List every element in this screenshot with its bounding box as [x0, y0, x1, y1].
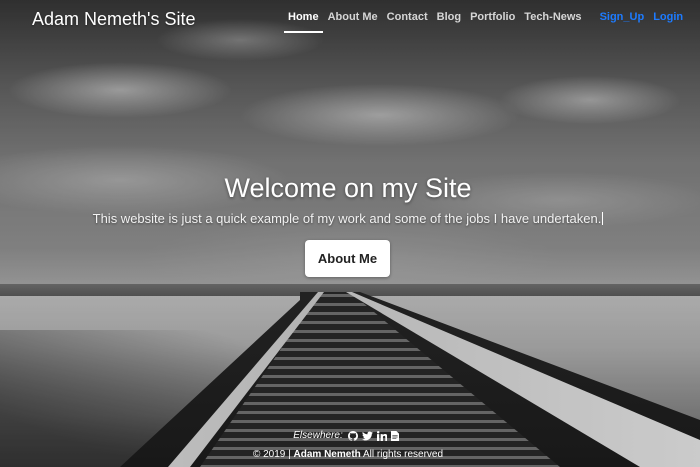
hero-subtitle-wrap: This website is just a quick example of … [0, 211, 696, 226]
nav-home[interactable]: Home [284, 11, 323, 33]
typing-cursor [602, 212, 604, 225]
elsewhere-label: Elsewhere: [293, 430, 343, 441]
nav-portfolio[interactable]: Portfolio [470, 11, 515, 27]
dark-overlay [0, 0, 700, 467]
copyright: © 2019 | Adam Nemeth All rights reserved [0, 449, 696, 460]
nav-blog[interactable]: Blog [437, 11, 461, 27]
hero-subtitle: This website is just a quick example of … [92, 211, 602, 226]
copyright-prefix: © 2019 | [252, 449, 291, 460]
github-icon[interactable] [347, 430, 358, 441]
site-brand[interactable]: Adam Nemeth's Site [32, 9, 196, 30]
about-me-button[interactable]: About Me [305, 240, 390, 277]
linkedin-icon[interactable] [376, 430, 387, 441]
hero-title: Welcome on my Site [224, 173, 472, 203]
top-navbar: Adam Nemeth's Site Home About Me Contact… [0, 0, 700, 36]
elsewhere-row: Elsewhere: [0, 430, 696, 441]
copyright-suffix: All rights reserved [363, 449, 444, 460]
login-link[interactable]: Login [653, 11, 683, 27]
hero-background [0, 0, 700, 467]
nav-about-me[interactable]: About Me [328, 11, 378, 27]
signup-link[interactable]: Sign_Up [600, 11, 645, 27]
copyright-name: Adam Nemeth [293, 449, 361, 460]
document-icon[interactable] [390, 430, 399, 441]
twitter-icon[interactable] [361, 431, 373, 441]
nav-contact[interactable]: Contact [387, 11, 428, 27]
nav-tech-news[interactable]: Tech-News [524, 11, 581, 27]
nav-links: Home About Me Contact Blog Portfolio Tec… [284, 11, 692, 33]
